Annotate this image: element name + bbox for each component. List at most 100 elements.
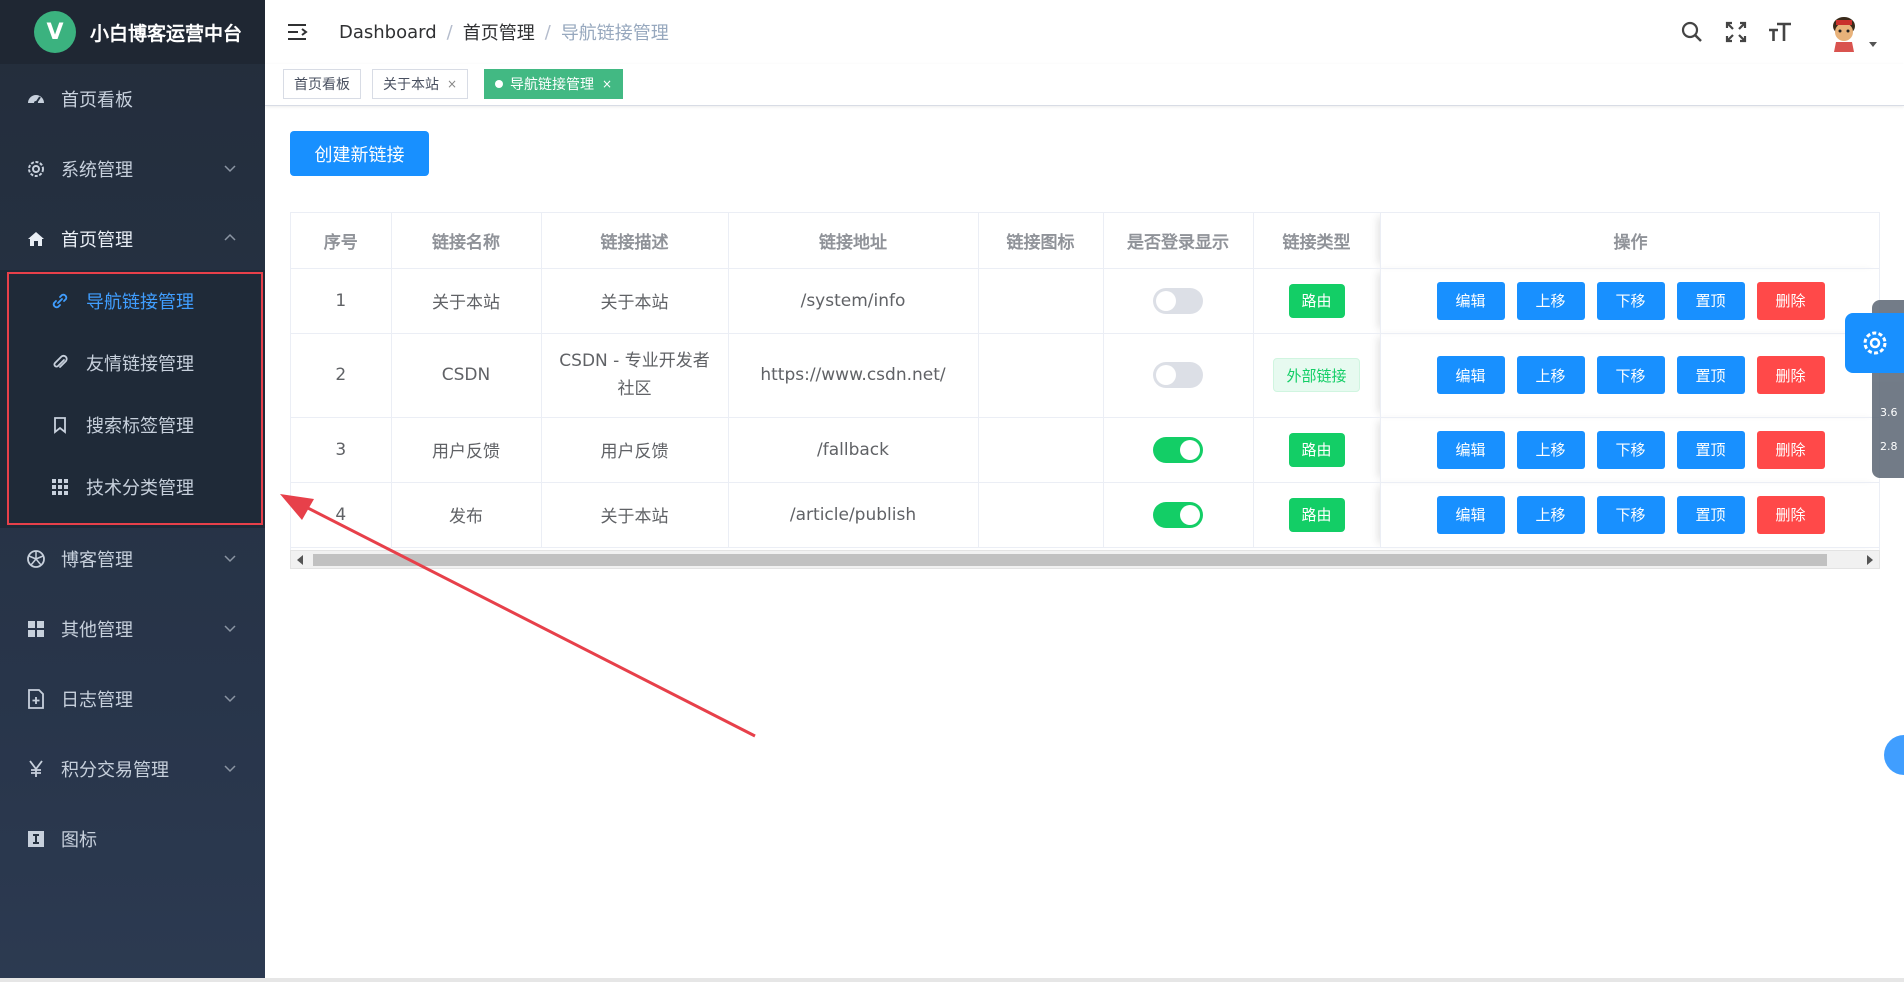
delete-button[interactable]: 删除 [1756,495,1825,534]
table-row: 2 CSDN CSDN - 专业开发者社区 https://www.csdn.n… [291,333,1879,418]
settings-button[interactable] [1845,313,1904,373]
font-size-icon[interactable] [1768,20,1792,44]
cell-icon [978,417,1104,483]
gear-icon [1863,331,1886,355]
breadcrumb-item[interactable]: Dashboard [339,22,437,43]
logo-bar: V 小白博客运营中台 [0,0,265,64]
home-icon [25,228,47,250]
login-show-switch[interactable] [1153,287,1203,314]
chevron-down-icon [224,165,236,173]
search-icon[interactable] [1680,20,1704,44]
move-up-button[interactable]: 上移 [1516,356,1585,394]
chevron-down-icon [224,625,236,633]
login-show-switch[interactable] [1153,436,1203,463]
breadcrumb-item-current: 导航链接管理 [560,23,669,44]
type-tag: 路由 [1288,497,1345,532]
cell-type: 路由 [1253,417,1381,483]
tag-nav-links[interactable]: 导航链接管理 × [484,69,624,99]
edit-button[interactable]: 编辑 [1436,495,1505,534]
cell-login-show [1103,333,1254,418]
edit-button[interactable]: 编辑 [1436,430,1505,469]
cell-type: 外部链接 [1253,333,1381,418]
sidebar-item-icons[interactable]: 图标 [0,804,265,874]
fullscreen-icon[interactable] [1724,20,1748,44]
table-header-row: 序号 链接名称 链接描述 链接地址 链接图标 是否登录显示 链接类型 操作 [291,213,1879,269]
column-header: 链接描述 [541,213,729,269]
tag-dashboard[interactable]: 首页看板 [283,69,361,99]
scroll-right-icon[interactable] [1867,555,1873,565]
move-down-button[interactable]: 下移 [1596,281,1665,320]
type-tag: 外部链接 [1273,358,1360,392]
cell-desc: 关于本站 [541,268,729,334]
tag-about[interactable]: 关于本站 × [372,69,469,99]
sidebar-item-blog[interactable]: 博客管理 [0,524,265,594]
close-icon[interactable]: × [447,77,457,91]
move-up-button[interactable]: 上移 [1516,281,1585,320]
sidebar-item-label: 系统管理 [61,160,133,181]
type-tag: 路由 [1288,283,1345,318]
tag-label: 关于本站 [383,77,439,93]
delete-button[interactable]: 删除 [1756,430,1825,469]
active-dot-icon [495,80,503,88]
move-down-button[interactable]: 下移 [1596,430,1665,469]
delete-button[interactable]: 删除 [1756,281,1825,320]
sidebar-item-label: 日志管理 [61,690,133,711]
column-header: 是否登录显示 [1103,213,1254,269]
side-expand-button[interactable] [1884,735,1904,775]
cell-name: CSDN [391,333,542,418]
window-bottom-border [0,978,1904,982]
chevron-up-icon [224,233,236,241]
tags-view: 首页看板 关于本站 × 导航链接管理 × [265,64,1904,106]
move-up-button[interactable]: 上移 [1516,495,1585,534]
cell-url: https://www.csdn.net/ [728,333,979,418]
chevron-down-icon [224,695,236,703]
login-show-switch[interactable] [1153,362,1203,388]
pin-top-button[interactable]: 置顶 [1676,495,1745,534]
type-tag: 路由 [1288,432,1345,467]
tag-label: 导航链接管理 [510,77,594,93]
breadcrumb-separator: / [544,21,551,43]
top-navbar: Dashboard / 首页管理 / 导航链接管理 [265,0,1904,64]
annotation-highlight-box [7,272,263,525]
move-up-button[interactable]: 上移 [1516,430,1585,469]
edit-button[interactable]: 编辑 [1436,281,1505,320]
cell-index: 3 [291,417,392,483]
header-actions [1680,0,1904,64]
cell-actions: 编辑 上移 下移 置顶 删除 [1380,482,1879,548]
sidebar-item-system[interactable]: 系统管理 [0,134,265,204]
cell-icon [978,482,1104,548]
sidebar-item-points[interactable]: 积分交易管理 [0,734,265,804]
cell-actions: 编辑 上移 下移 置顶 删除 [1380,268,1879,334]
sidebar-item-dashboard[interactable]: 首页看板 [0,64,265,134]
login-show-switch[interactable] [1153,501,1203,528]
column-header: 链接类型 [1253,213,1381,269]
aperture-icon [25,548,47,570]
annotation-arrow-icon [280,494,756,738]
tag-label: 首页看板 [294,77,350,93]
sidebar-item-other[interactable]: 其他管理 [0,594,265,664]
move-down-button[interactable]: 下移 [1596,356,1665,394]
move-down-button[interactable]: 下移 [1596,495,1665,534]
sidebar: V 小白博客运营中台 首页看板 系统管理 首页管理 导航链接管理 友情链接管理 … [0,0,265,982]
avatar[interactable] [1824,12,1864,52]
caret-down-icon[interactable] [1868,39,1878,49]
upload-speed: 3.6 [1880,406,1898,419]
cell-name: 用户反馈 [391,417,542,483]
pin-top-button[interactable]: 置顶 [1676,356,1745,394]
sidebar-item-logs[interactable]: 日志管理 [0,664,265,734]
pin-top-button[interactable]: 置顶 [1676,430,1745,469]
grid-icon [25,618,47,640]
pin-top-button[interactable]: 置顶 [1676,281,1745,320]
cell-desc: CSDN - 专业开发者社区 [541,333,729,418]
cell-login-show [1103,268,1254,334]
breadcrumb-item[interactable]: 首页管理 [463,19,535,45]
dashboard-icon [25,88,47,110]
delete-button[interactable]: 删除 [1756,356,1825,394]
edit-button[interactable]: 编辑 [1436,356,1505,394]
close-icon[interactable]: × [602,77,612,91]
cell-actions: 编辑 上移 下移 置顶 删除 [1380,333,1879,418]
sidebar-item-homepage[interactable]: 首页管理 [0,204,265,274]
create-link-button[interactable]: 创建新链接 [290,131,429,176]
hamburger-icon[interactable] [285,20,309,44]
sidebar-item-label: 其他管理 [61,620,133,641]
